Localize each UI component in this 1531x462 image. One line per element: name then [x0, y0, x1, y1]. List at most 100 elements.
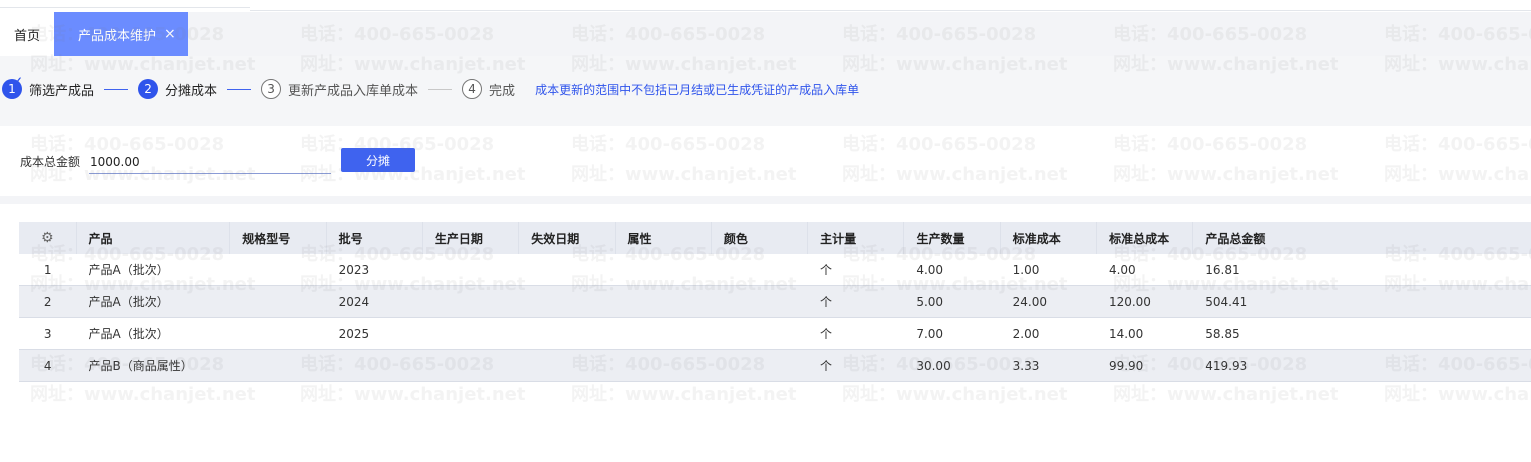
- step-connector: [227, 88, 252, 90]
- table-cell: [615, 286, 711, 317]
- table-cell: [615, 254, 711, 285]
- watermark-site: 网址：www.chanjet.net: [1384, 384, 1531, 405]
- table-cell: [423, 318, 519, 349]
- divider: [250, 10, 1531, 11]
- amount-label: 成本总金额: [20, 155, 81, 169]
- table-cell: [615, 350, 711, 381]
- tab-product-cost[interactable]: 产品成本维护 ×: [54, 12, 188, 56]
- tab-home[interactable]: 首页: [0, 12, 54, 56]
- close-icon[interactable]: ×: [164, 26, 176, 42]
- divider: [0, 7, 250, 8]
- table-cell: [327, 350, 423, 381]
- table-settings-button[interactable]: ⚙: [19, 222, 77, 254]
- table-row[interactable]: 2 产品A（批次） 2024 个 5.00 24.00 120.00 504.41: [19, 286, 1531, 318]
- tab-home-label: 首页: [13, 28, 40, 44]
- column-header[interactable]: 生产日期: [423, 222, 520, 254]
- table-cell: 58.85: [1205, 326, 1240, 341]
- tab-bar: [0, 12, 1531, 56]
- column-header[interactable]: 标准总成本: [1097, 222, 1194, 254]
- table-cell: [423, 286, 519, 317]
- watermark-site: 网址：www.chanjet.net: [1113, 384, 1339, 405]
- column-header[interactable]: 规格型号: [230, 222, 327, 254]
- step-3-label: 更新产成品入库单成本: [288, 83, 419, 99]
- table-cell: [712, 286, 808, 317]
- table-cell: 99.90: [1108, 358, 1144, 373]
- step-4-label: 完成: [489, 83, 516, 99]
- step-2-circle: 2: [138, 79, 159, 99]
- cost-table: ⚙ 产品 规格型号 批号 生产日期 失效日期 属性 颜色 主计量 生产数量 标准…: [19, 222, 1531, 382]
- table-cell: [712, 254, 808, 285]
- app-root: 首页 产品成本维护 × 1 ✓ 筛选产成品 2 分摊成本 3 更新产成品入库单成本…: [0, 0, 1531, 462]
- tab-product-cost-label: 产品成本维护: [78, 28, 157, 44]
- table-cell: [519, 286, 615, 317]
- watermark-site: 网址：www.chanjet.net: [300, 384, 526, 405]
- table-cell: 2.00: [1012, 326, 1040, 341]
- table-cell: 4.00: [916, 262, 944, 277]
- table-cell: [230, 350, 326, 381]
- step-3-circle: 3: [261, 79, 282, 99]
- table-cell: 2023: [338, 262, 370, 277]
- table-row[interactable]: 3 产品A（批次） 2025 个 7.00 2.00 14.00 58.85: [19, 318, 1531, 350]
- table-cell: 个: [820, 327, 833, 341]
- table-cell: [519, 254, 615, 285]
- table-cell: 504.41: [1205, 294, 1248, 309]
- row-index: 1: [43, 262, 52, 277]
- table-cell: 1.00: [1012, 262, 1040, 277]
- step-connector: [428, 88, 453, 90]
- table-cell: [230, 318, 326, 349]
- table-cell: [423, 350, 519, 381]
- gear-icon: ⚙: [40, 230, 54, 246]
- table-header: ⚙ 产品 规格型号 批号 生产日期 失效日期 属性 颜色 主计量 生产数量 标准…: [19, 222, 1531, 254]
- table-body: 1 产品A（批次） 2023 个 4.00 1.00 4.00 16.81 2 产品A（批次） 20…: [19, 254, 1531, 382]
- table-cell: 产品A（批次）: [88, 295, 169, 309]
- table-cell: 个: [820, 263, 833, 277]
- table-row[interactable]: 4 产品B（商品属性） 个 30.00 3.33 99.90 419.93: [19, 350, 1531, 382]
- row-index: 3: [43, 326, 52, 341]
- table-cell: 3.33: [1012, 358, 1040, 373]
- column-header[interactable]: 产品总金额: [1193, 222, 1531, 254]
- table-row[interactable]: 1 产品A（批次） 2023 个 4.00 1.00 4.00 16.81: [19, 254, 1531, 286]
- watermark-site: 网址：www.chanjet.net: [571, 384, 797, 405]
- table-cell: [712, 350, 808, 381]
- section-divider: [0, 196, 1531, 204]
- step-indicator: 1 ✓ 筛选产成品 2 分摊成本 3 更新产成品入库单成本 4 完成 成本更新的范…: [0, 73, 860, 100]
- table-cell: 4.00: [1108, 262, 1136, 277]
- column-header[interactable]: 标准成本: [1001, 222, 1098, 254]
- table-cell: [519, 318, 615, 349]
- check-icon: ✓: [11, 73, 24, 91]
- step-connector: [104, 88, 129, 90]
- table-cell: 419.93: [1205, 358, 1248, 373]
- column-header[interactable]: 属性: [616, 222, 712, 254]
- table-cell: 产品A（批次）: [88, 327, 169, 341]
- table-cell: 24.00: [1012, 294, 1047, 309]
- top-strip: [0, 0, 1531, 12]
- column-header[interactable]: 颜色: [712, 222, 809, 254]
- table-cell: 16.81: [1205, 262, 1240, 277]
- table-cell: [230, 254, 326, 285]
- step-1-label: 筛选产成品: [29, 83, 95, 99]
- column-header[interactable]: 主计量: [808, 222, 905, 254]
- table-cell: 产品A（批次）: [88, 263, 169, 277]
- amount-input[interactable]: [89, 150, 331, 174]
- column-header[interactable]: 产品: [77, 222, 231, 254]
- table-cell: [712, 318, 808, 349]
- column-header[interactable]: 生产数量: [904, 222, 1001, 254]
- row-index: 4: [43, 358, 52, 373]
- table-cell: [230, 286, 326, 317]
- split-button[interactable]: 分摊: [341, 148, 415, 172]
- table-cell: 5.00: [916, 294, 944, 309]
- steps-tip: 成本更新的范围中不包括已月结或已生成凭证的产成品入库单: [535, 82, 860, 97]
- table-cell: 2024: [338, 294, 370, 309]
- table-cell: 30.00: [916, 358, 951, 373]
- row-index: 2: [43, 294, 52, 309]
- table-cell: 个: [820, 295, 833, 309]
- table-cell: [615, 318, 711, 349]
- step-4-circle: 4: [462, 79, 483, 99]
- table-cell: 产品B（商品属性）: [88, 359, 193, 373]
- table-cell: 14.00: [1108, 326, 1144, 341]
- table-cell: [519, 350, 615, 381]
- column-header[interactable]: 批号: [327, 222, 423, 254]
- table-cell: 2025: [338, 326, 370, 341]
- column-header[interactable]: 失效日期: [519, 222, 616, 254]
- watermark-site: 网址：www.chanjet.net: [30, 384, 256, 405]
